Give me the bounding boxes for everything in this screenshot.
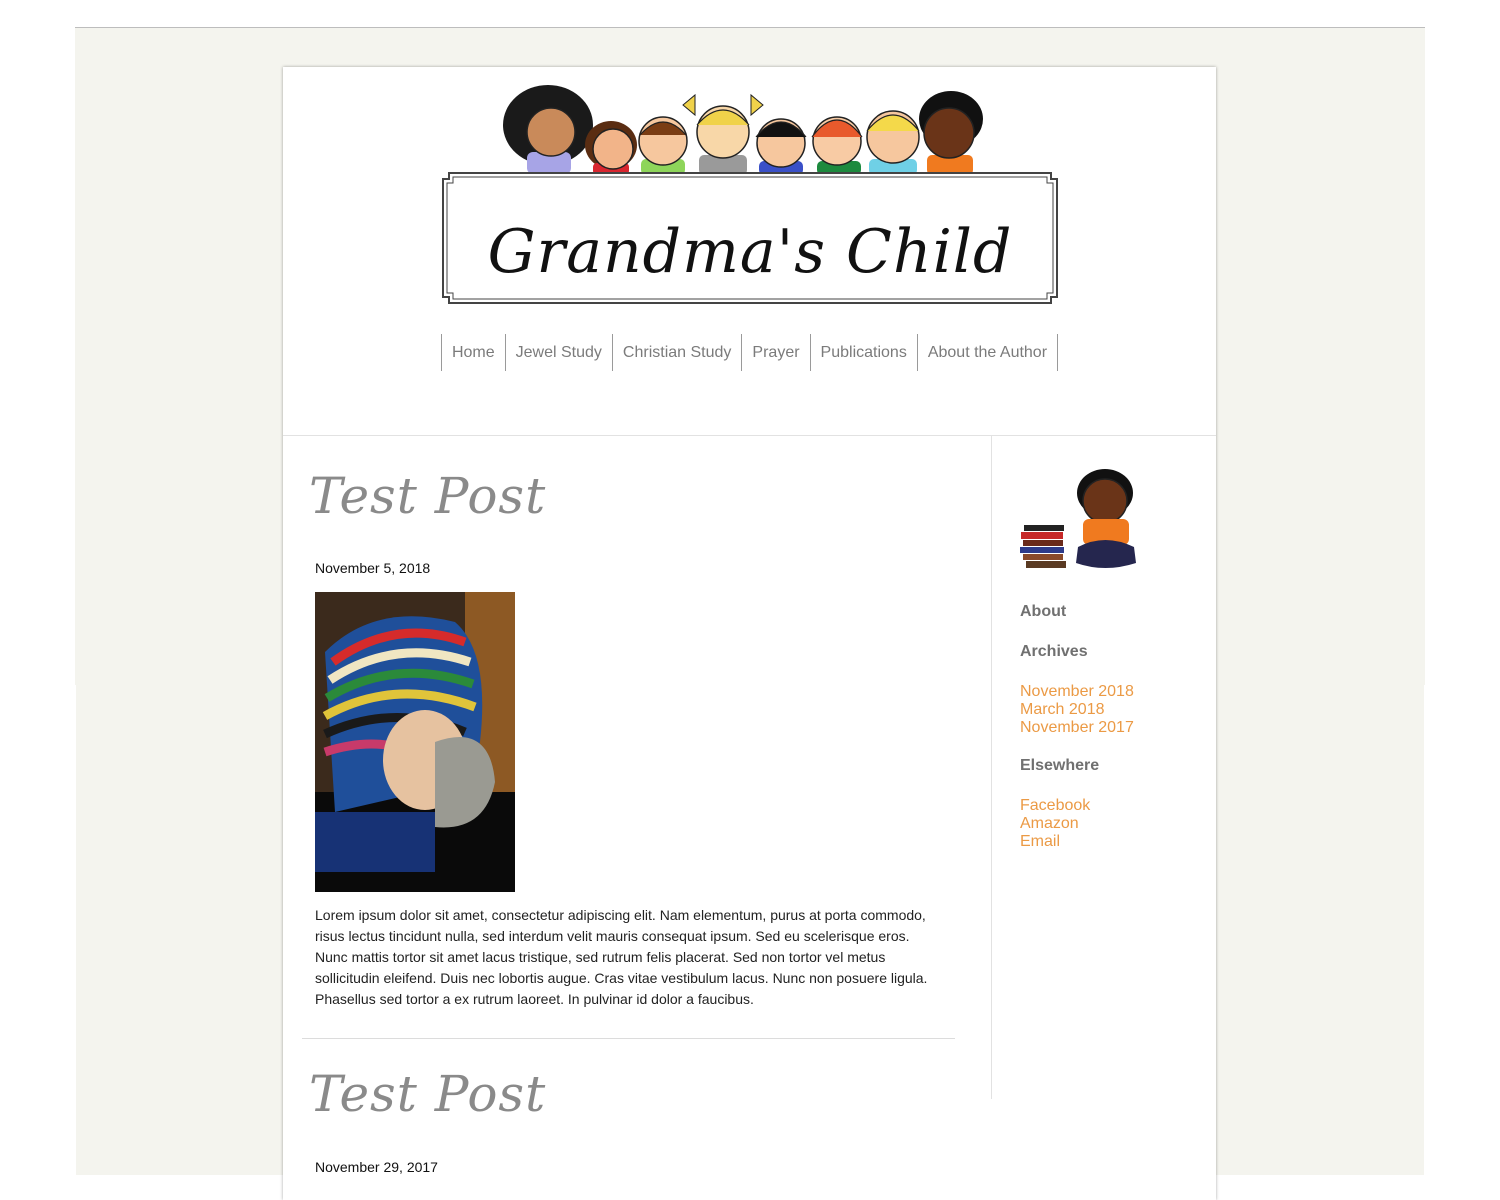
facebook-link[interactable]: Facebook: [1020, 797, 1090, 815]
archives-list: November 2018 March 2018 November 2017: [1020, 683, 1134, 737]
site-header: Grandma's Child Home Jewel Study Christi…: [283, 67, 1216, 436]
archive-link[interactable]: March 2018: [1020, 701, 1134, 719]
children-illustration: [503, 85, 983, 175]
page-container: Grandma's Child Home Jewel Study Christi…: [283, 67, 1216, 1200]
post-title[interactable]: Test Post: [309, 1065, 546, 1123]
post-date: November 29, 2017: [315, 1159, 438, 1175]
reading-child-illustration: [1020, 469, 1136, 568]
nav-item-christian-study[interactable]: Christian Study: [611, 334, 742, 371]
nav-item-jewel-study[interactable]: Jewel Study: [504, 334, 612, 371]
amazon-link[interactable]: Amazon: [1020, 815, 1090, 833]
nav-item-prayer[interactable]: Prayer: [741, 334, 809, 371]
site-title[interactable]: Grandma's Child: [445, 209, 1055, 295]
about-heading[interactable]: About: [1020, 603, 1066, 621]
elsewhere-list: Facebook Amazon Email: [1020, 797, 1090, 851]
archive-link[interactable]: November 2017: [1020, 719, 1134, 737]
post-divider: [302, 1038, 955, 1039]
email-link[interactable]: Email: [1020, 833, 1090, 851]
post-image[interactable]: [315, 592, 515, 892]
main-nav: Home Jewel Study Christian Study Prayer …: [283, 334, 1216, 371]
archive-link[interactable]: November 2018: [1020, 683, 1134, 701]
archives-heading: Archives: [1020, 643, 1088, 660]
nav-item-about-the-author[interactable]: About the Author: [916, 334, 1059, 371]
book-stack-icon: [1020, 525, 1066, 568]
child-photo: [315, 592, 515, 892]
nav-item-publications[interactable]: Publications: [809, 334, 917, 371]
elsewhere-heading: Elsewhere: [1020, 757, 1100, 774]
post-date: November 5, 2018: [315, 560, 431, 576]
nav-item-home[interactable]: Home: [440, 334, 505, 371]
post-title[interactable]: Test Post: [309, 467, 546, 525]
sidebar-divider: [991, 436, 992, 1099]
post-body: Lorem ipsum dolor sit amet, consectetur …: [315, 907, 928, 1007]
